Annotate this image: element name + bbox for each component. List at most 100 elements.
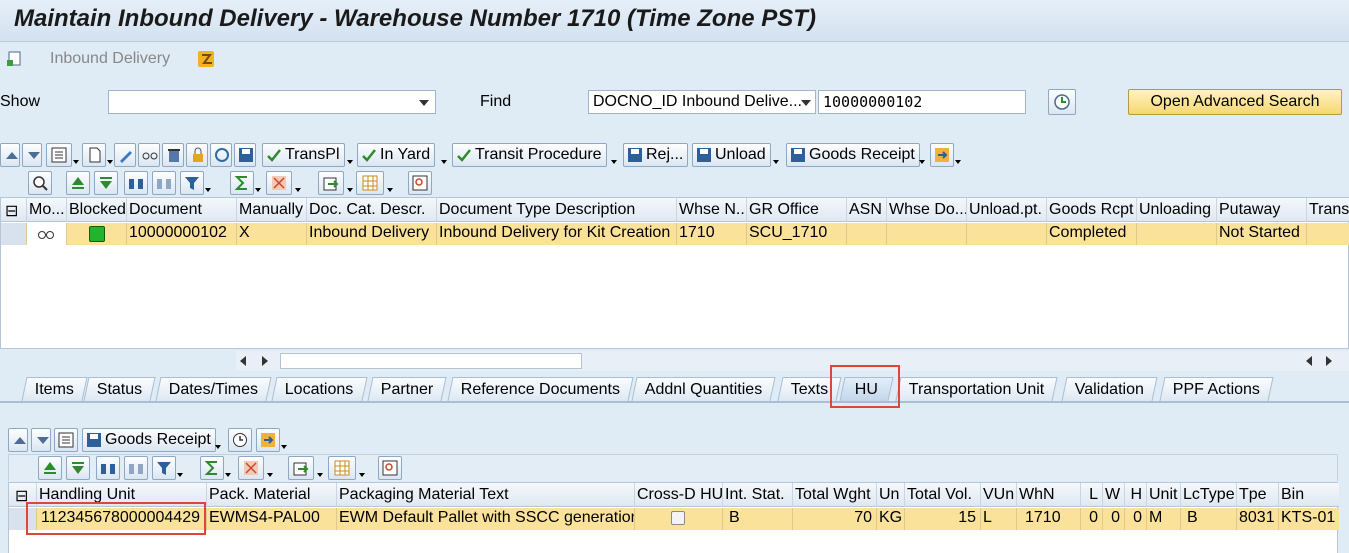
hu-time-button[interactable] [228,428,252,452]
cross-d-hu-cell[interactable] [635,508,723,530]
find-field-select[interactable]: DOCNO_ID Inbound Delive... [588,90,816,114]
column-header[interactable]: Blocked [67,198,127,222]
column-header[interactable]: Packaging Material Text [337,483,635,507]
hu-sort-asc-button[interactable] [38,456,62,480]
layout-button[interactable] [46,143,72,167]
layout-grid-dropdown[interactable] [386,171,394,195]
scrollbar-thumb[interactable] [280,353,582,369]
new-button[interactable] [82,143,106,167]
tab-partner[interactable]: Partner [367,377,448,401]
refresh-button[interactable] [210,143,232,167]
hu-layout-grid-dropdown[interactable] [358,456,366,480]
table-row[interactable]: 112345678000004429 EWMS4-PAL00 EWM Defau… [9,508,1339,530]
hu-export-dropdown[interactable] [316,456,324,480]
transfer-dropdown[interactable] [954,143,962,167]
sort-desc-button[interactable] [94,171,118,195]
hu-total-button[interactable] [200,456,224,480]
hu-layout-grid-button[interactable] [328,456,356,480]
mode-cell[interactable] [27,223,67,245]
scroll-right-end-icon[interactable] [1326,356,1332,366]
horizontal-scrollbar[interactable] [236,351,1349,371]
unload-button[interactable]: Unload [692,143,771,167]
tab-dates-times[interactable]: Dates/Times [155,377,272,401]
column-header[interactable]: Int. Stat. [723,483,793,507]
show-select[interactable] [108,90,436,114]
hu-expand-down-button[interactable] [31,428,51,452]
column-header[interactable]: Unload.pt. [967,198,1047,222]
column-header[interactable]: VUn [981,483,1017,507]
column-header[interactable]: Mo... [27,198,67,222]
hu-print-preview-button[interactable] [378,456,402,480]
column-header[interactable]: Doc. Cat. Descr. [307,198,437,222]
column-header[interactable]: Pack. Material [207,483,337,507]
scroll-left-icon[interactable] [240,356,246,366]
hu-transfer-button[interactable] [256,428,280,452]
hu-total-dropdown[interactable] [224,456,232,480]
unload-dropdown[interactable] [772,143,780,167]
column-header[interactable]: Unloading [1137,198,1217,222]
execute-search-button[interactable] [1048,89,1076,115]
transit-procedure-button[interactable]: Transit Procedure [452,143,607,167]
column-header[interactable]: Cross-D HU [635,483,723,507]
column-header[interactable]: Total Wght [793,483,877,507]
column-header[interactable]: Trans [1307,198,1349,222]
tab-ppf-actions[interactable]: PPF Actions [1159,377,1274,401]
sort-asc-button[interactable] [66,171,90,195]
save-button[interactable] [234,143,256,167]
column-header[interactable]: H [1125,483,1147,507]
find-button[interactable] [124,171,148,195]
expand-down-button[interactable] [22,143,42,167]
column-header[interactable]: L [1081,483,1103,507]
hu-filter-button[interactable] [152,456,176,480]
column-header[interactable]: Tpe [1237,483,1279,507]
column-header[interactable]: Manually [237,198,307,222]
total-dropdown[interactable] [254,171,262,195]
row-selector[interactable] [1,223,27,245]
filter-button[interactable] [180,171,204,195]
column-header[interactable]: GR Office [747,198,847,222]
column-header[interactable]: Whse N... [677,198,747,222]
edit-button[interactable] [114,143,136,167]
in-yard-button[interactable]: In Yard [357,143,436,167]
details-button[interactable] [28,171,52,195]
hu-find-next-button[interactable] [124,456,148,480]
tab-locations[interactable]: Locations [271,377,368,401]
collapse-up-button[interactable] [0,143,20,167]
hu-goods-receipt-button[interactable]: Goods Receipt [82,428,216,452]
inbound-delivery-icon[interactable] [6,50,24,68]
hu-filter-dropdown[interactable] [176,456,184,480]
tab-reference-documents[interactable]: Reference Documents [447,377,634,401]
transit-dropdown[interactable] [610,143,618,167]
column-header[interactable]: LcType [1181,483,1237,507]
column-header[interactable]: Bin [1279,483,1339,507]
filter-dropdown[interactable] [204,171,212,195]
column-header[interactable]: WhN [1017,483,1081,507]
scroll-left-end-icon[interactable] [1306,356,1312,366]
exit-icon[interactable] [196,49,216,69]
lock-button[interactable] [186,143,208,167]
transpl-button[interactable]: TransPl [262,143,345,167]
document-cell[interactable]: 10000000102 [127,223,237,245]
menu-inbound-delivery[interactable]: Inbound Delivery [50,50,170,68]
export-dropdown[interactable] [346,171,354,195]
table-row[interactable]: 10000000102 X Inbound Delivery Inbound D… [1,223,1349,245]
in-yard-dropdown[interactable] [440,143,448,167]
subtotal-button[interactable] [266,171,292,195]
layout-dropdown[interactable] [72,143,80,167]
delete-button[interactable] [162,143,184,167]
cross-d-hu-checkbox[interactable] [671,511,685,525]
subtotal-dropdown[interactable] [294,171,302,195]
column-header[interactable]: Un [877,483,905,507]
find-value-input[interactable]: 10000000102 [818,90,1026,114]
column-header[interactable]: W [1103,483,1125,507]
column-header[interactable]: Putaway [1217,198,1307,222]
layout-grid-button[interactable] [356,171,384,195]
open-advanced-search-button[interactable]: Open Advanced Search [1128,89,1342,115]
scroll-right-icon[interactable] [262,356,268,366]
hu-goods-receipt-dropdown[interactable] [214,428,222,452]
hu-layout-button[interactable] [54,428,78,452]
hu-subtotal-dropdown[interactable] [266,456,274,480]
column-header[interactable]: Unit [1147,483,1181,507]
reject-button[interactable]: Rej... [623,143,689,167]
column-header[interactable]: Document [127,198,237,222]
